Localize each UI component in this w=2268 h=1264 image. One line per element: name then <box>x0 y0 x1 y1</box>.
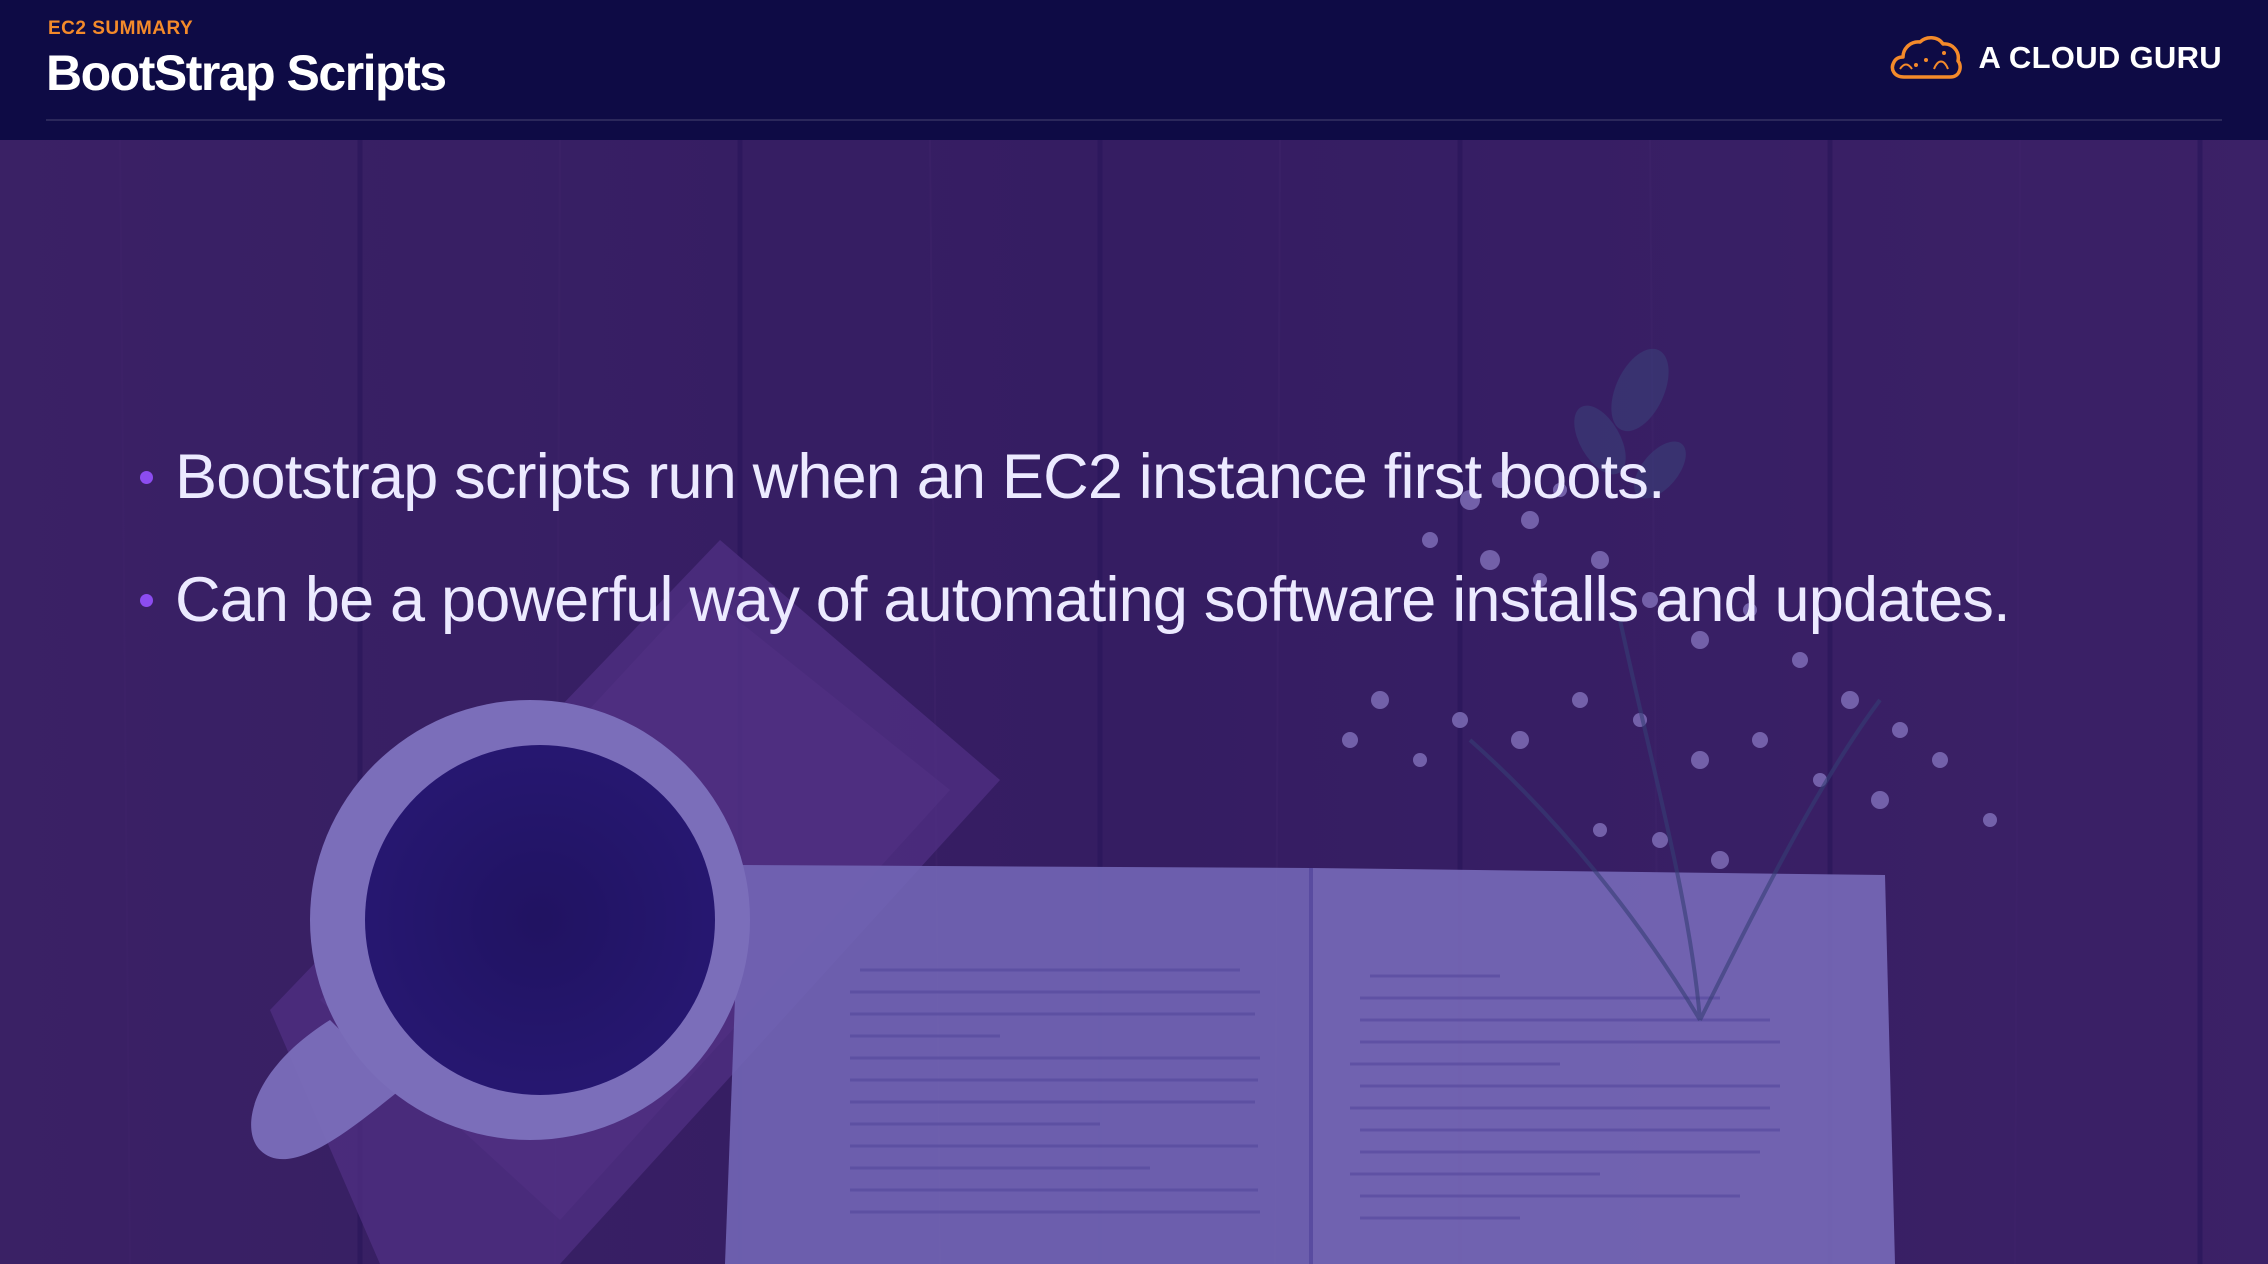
brand: A CLOUD GURU <box>1886 30 2222 86</box>
bullet-dot-icon <box>140 470 153 484</box>
section-label: EC2 SUMMARY <box>48 18 194 39</box>
cloud-logo-icon <box>1891 36 1963 79</box>
header-divider <box>46 119 2222 121</box>
bullet-list: Bootstrap scripts run when an EC2 instan… <box>140 440 2011 686</box>
slide: EC2 SUMMARY BootStrap Scripts A CLOUD GU… <box>0 0 2268 1264</box>
bullet-item: Bootstrap scripts run when an EC2 instan… <box>140 440 2010 514</box>
purple-overlay <box>0 140 2268 1264</box>
bullet-text: Can be a powerful way of automating soft… <box>175 565 2011 635</box>
bullet-dot-icon <box>140 593 153 607</box>
bullet-item: Can be a powerful way of automating soft… <box>140 563 2011 637</box>
bullet-text: Bootstrap scripts run when an EC2 instan… <box>175 442 1666 512</box>
slide-title: BootStrap Scripts <box>46 45 447 101</box>
slide-header: EC2 SUMMARY BootStrap Scripts A CLOUD GU… <box>0 0 2268 140</box>
brand-name: A CLOUD GURU <box>1978 40 2222 75</box>
